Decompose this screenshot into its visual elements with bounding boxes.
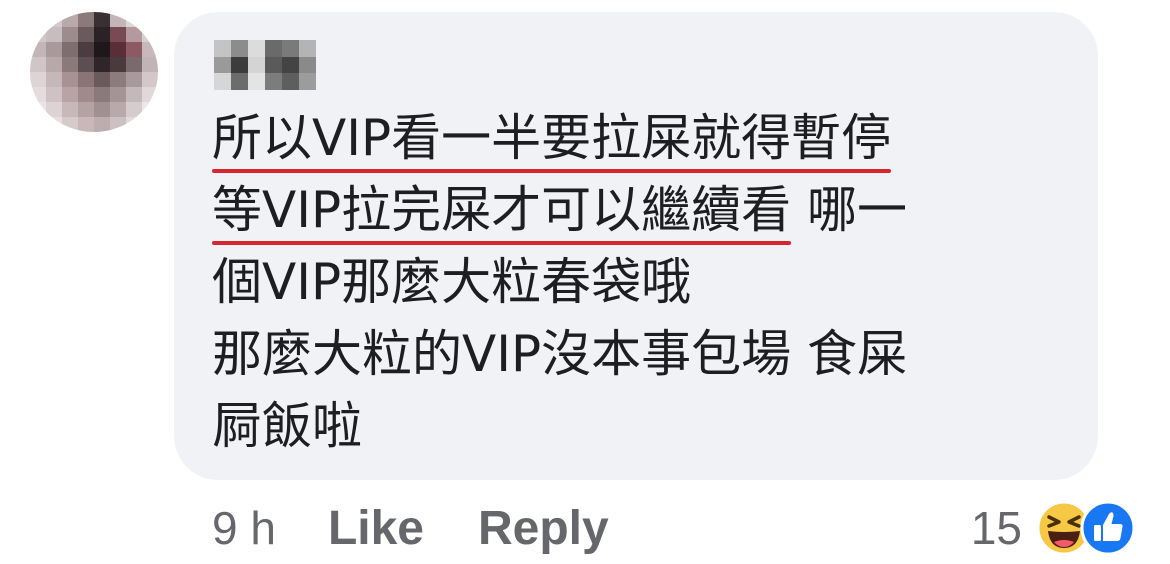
underlined-text: 等VIP拉完屎才可以繼續看 [212,181,792,239]
comment-text-segment: 屙飯啦 [212,397,362,455]
like-button[interactable]: Like [328,501,424,556]
comment-text-segment: 個VIP那麼大粒春袋哦 [212,253,692,311]
avatar[interactable] [30,12,158,132]
comment-line-5: 屙飯啦 [212,390,1082,462]
comment-text-segment: 哪一 [791,181,908,239]
reply-button[interactable]: Reply [478,501,609,556]
reaction-icons [1036,500,1136,556]
comment-text-segment: 那麼大粒的VIP沒本事包場 食屎 [212,325,907,383]
like-icon [1080,500,1136,556]
comment-actions: 9 h Like Reply [212,496,663,560]
comment-line-4: 那麼大粒的VIP沒本事包場 食屎 [212,318,1082,390]
comment-line-3: 個VIP那麼大粒春袋哦 [212,246,1082,318]
comment-line-2: 等VIP拉完屎才可以繼續看 哪一 [212,174,1082,246]
underlined-text: 所以VIP看一半要拉屎就得暫停 [212,109,892,167]
timestamp[interactable]: 9 h [212,501,276,555]
reaction-count: 15 [970,502,1022,554]
comment-line-1: 所以VIP看一半要拉屎就得暫停 [212,102,1082,174]
reaction-summary[interactable]: 15 [971,496,1136,560]
author-name-redacted[interactable] [214,40,316,90]
comment-container: 所以VIP看一半要拉屎就得暫停 等VIP拉完屎才可以繼續看 哪一 個VIP那麼大… [0,0,1170,564]
comment-body: 所以VIP看一半要拉屎就得暫停 等VIP拉完屎才可以繼續看 哪一 個VIP那麼大… [212,102,1082,462]
